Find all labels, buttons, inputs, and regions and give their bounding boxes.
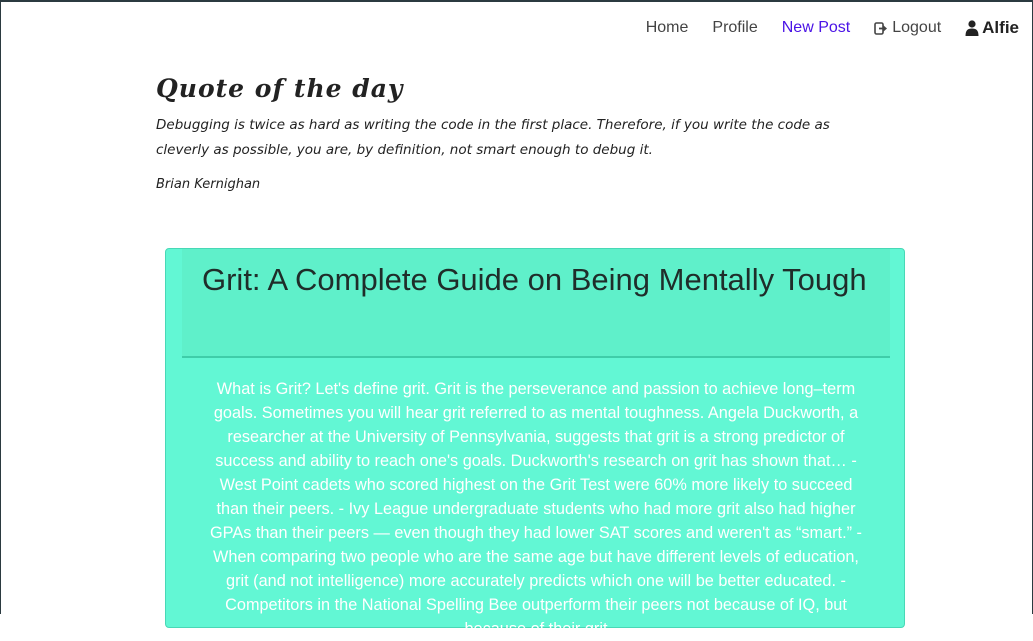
quote-text: Debugging is twice as hard as writing th…: [156, 117, 830, 158]
quote-author: Brian Kernighan: [156, 177, 261, 192]
top-nav: Home Profile New Post Logout Alfie: [622, 14, 1019, 42]
nav-user-link[interactable]: Alfie: [965, 14, 1019, 42]
post-body: What is Grit? Let's define grit. Grit is…: [210, 380, 862, 638]
nav-new-post-label: New Post: [781, 19, 851, 36]
nav-new-post-link[interactable]: New Post: [782, 14, 850, 42]
nav-profile-link[interactable]: Profile: [712, 14, 757, 42]
post-card: Grit: A Complete Guide on Being Mentally…: [165, 248, 905, 638]
nav-logout-label: Logout: [892, 19, 942, 36]
post-title[interactable]: Grit: A Complete Guide on Being Mentally…: [202, 261, 870, 299]
logout-icon: [874, 21, 888, 35]
nav-user-name: Alfie: [982, 18, 1019, 37]
post-card-header: Grit: A Complete Guide on Being Mentally…: [182, 249, 890, 358]
quote-heading: Quote of the day: [156, 74, 404, 103]
window-top-border: [0, 0, 1033, 2]
quote-of-the-day: Quote of the day Debugging is twice as h…: [156, 74, 836, 192]
user-icon: [965, 20, 979, 36]
window-left-border: [0, 0, 1, 614]
nav-home-link[interactable]: Home: [646, 14, 689, 42]
nav-logout-link[interactable]: Logout: [874, 14, 941, 42]
